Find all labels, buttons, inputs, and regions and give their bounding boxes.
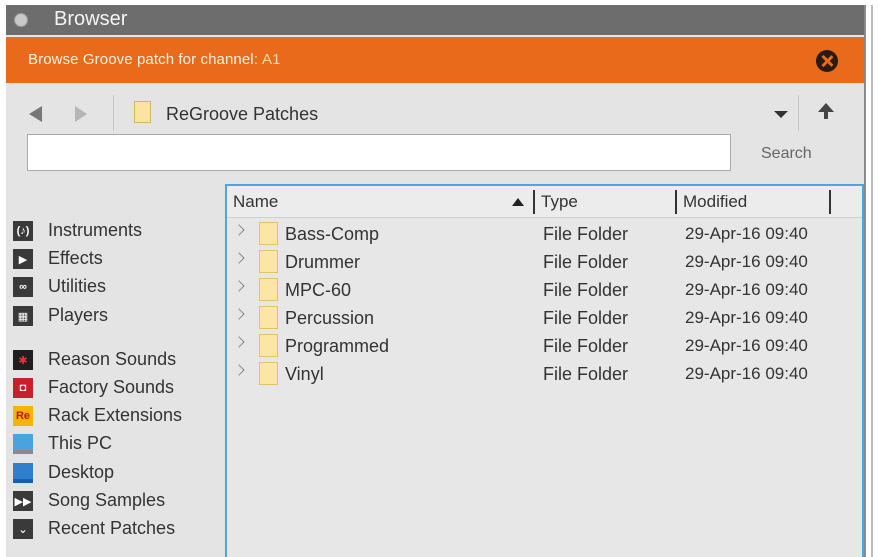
recent-patches-icon: ⌄ (13, 519, 33, 539)
table-row[interactable]: Bass-Comp File Folder 29-Apr-16 09:40 (227, 220, 862, 248)
sidebar-item-label: This PC (48, 433, 113, 453)
row-name: Bass-Comp (285, 224, 380, 244)
column-divider[interactable] (533, 190, 535, 214)
column-header-modified[interactable]: Modified (683, 192, 747, 212)
window-title: Browser (54, 8, 128, 30)
row-name: Programmed (285, 336, 390, 356)
column-header-type[interactable]: Type (541, 192, 578, 212)
table-row[interactable]: Percussion File Folder 29-Apr-16 09:40 (227, 304, 862, 332)
sidebar-item-label: Factory Sounds (48, 377, 175, 397)
title-bar: Browser (6, 5, 864, 35)
rack-extensions-icon: Re (13, 406, 33, 426)
folder-icon (259, 334, 278, 357)
row-modified: 29-Apr-16 09:40 (685, 224, 808, 243)
sidebar-item-label: Reason Sounds (48, 349, 177, 369)
close-icon[interactable] (816, 50, 838, 72)
nav-divider (798, 95, 799, 131)
sidebar-item-song-samples[interactable]: ▶▶ Song Samples (12, 488, 222, 514)
sidebar-item-label: Song Samples (48, 490, 166, 510)
sidebar-item-label: Rack Extensions (48, 405, 183, 425)
table-row[interactable]: Vinyl File Folder 29-Apr-16 09:40 (227, 360, 862, 388)
this-pc-icon (13, 434, 33, 454)
sidebar-item-utilities[interactable]: ∞ Utilities (12, 274, 222, 300)
sidebar-item-factory-sounds[interactable]: ◘ Factory Sounds (12, 375, 222, 401)
song-samples-icon: ▶▶ (13, 491, 33, 511)
table-row[interactable]: MPC-60 File Folder 29-Apr-16 09:40 (227, 276, 862, 304)
row-type: File Folder (543, 252, 629, 272)
row-type: File Folder (543, 364, 629, 384)
sidebar-item-effects[interactable]: ▶ Effects (12, 246, 222, 272)
row-modified: 29-Apr-16 09:40 (685, 280, 808, 299)
banner-channel: A1 (262, 51, 281, 68)
file-list-pane[interactable]: Name Type Modified Bass-Comp File Folder… (225, 184, 864, 557)
row-modified: 29-Apr-16 09:40 (685, 308, 808, 327)
sidebar-item-instruments[interactable]: (♪) Instruments (12, 218, 222, 244)
sidebar-item-label: Players (48, 305, 109, 325)
row-name: Drummer (285, 252, 360, 272)
factory-sounds-icon: ◘ (13, 378, 33, 398)
utilities-icon: ∞ (13, 277, 33, 297)
sidebar-item-label: Effects (48, 248, 103, 268)
sidebar-item-this-pc[interactable]: This PC (12, 431, 222, 457)
row-name: Vinyl (285, 364, 324, 384)
sidebar-item-players[interactable]: ▦ Players (12, 303, 222, 329)
folder-icon (259, 250, 278, 273)
desktop-icon (13, 463, 33, 483)
sidebar-item-label: Recent Patches (48, 518, 176, 538)
browser-window: Browser Browse Groove patch for channel:… (6, 5, 864, 557)
expand-chevron-icon[interactable] (233, 252, 245, 264)
sidebar-item-reason-sounds[interactable]: ✱ Reason Sounds (12, 347, 222, 373)
folder-icon (259, 222, 278, 245)
expand-chevron-icon[interactable] (233, 280, 245, 292)
row-type: File Folder (543, 280, 629, 300)
current-path[interactable]: ReGroove Patches (166, 104, 318, 125)
banner-message: Browse Groove patch for channel: (28, 51, 258, 68)
folder-icon (259, 306, 278, 329)
up-folder-button[interactable] (814, 101, 838, 125)
reason-sounds-icon: ✱ (13, 350, 33, 370)
path-dropdown-icon[interactable] (774, 111, 788, 118)
expand-chevron-icon[interactable] (233, 336, 245, 348)
column-divider[interactable] (829, 190, 831, 214)
banner-text: Browse Groove patch for channel: A1 (28, 51, 281, 68)
row-modified: 29-Apr-16 09:40 (685, 252, 808, 271)
row-type: File Folder (543, 336, 629, 356)
column-header-name[interactable]: Name (233, 192, 278, 212)
navigation-bar: ReGroove Patches (6, 85, 864, 141)
folder-icon (134, 101, 151, 123)
row-modified: 29-Apr-16 09:40 (685, 364, 808, 383)
table-row[interactable]: Drummer File Folder 29-Apr-16 09:40 (227, 248, 862, 276)
effects-icon: ▶ (13, 249, 33, 269)
nav-divider (113, 95, 114, 131)
row-type: File Folder (543, 224, 629, 244)
window-dot-icon[interactable] (14, 13, 28, 27)
players-icon: ▦ (13, 306, 33, 326)
column-divider[interactable] (675, 190, 677, 214)
search-input[interactable] (27, 134, 731, 171)
row-name: MPC-60 (285, 280, 352, 300)
row-name: Percussion (285, 308, 375, 328)
sidebar-item-recent-patches[interactable]: ⌄ Recent Patches (12, 516, 222, 542)
expand-chevron-icon[interactable] (233, 364, 245, 376)
window-edge (864, 5, 878, 557)
sidebar-item-desktop[interactable]: Desktop (12, 460, 222, 486)
row-type: File Folder (543, 308, 629, 328)
back-button[interactable] (29, 106, 42, 122)
instruments-icon: (♪) (13, 221, 33, 241)
sidebar-item-label: Desktop (48, 462, 115, 482)
sidebar-item-label: Instruments (48, 220, 143, 240)
sidebar-item-label: Utilities (48, 276, 107, 296)
sidebar-item-rack-extensions[interactable]: Re Rack Extensions (12, 403, 222, 429)
column-header-row: Name Type Modified (227, 186, 862, 218)
folder-icon (259, 362, 278, 385)
search-button[interactable]: Search (761, 145, 812, 163)
folder-icon (259, 278, 278, 301)
table-row[interactable]: Programmed File Folder 29-Apr-16 09:40 (227, 332, 862, 360)
forward-button[interactable] (75, 106, 87, 122)
browse-banner: Browse Groove patch for channel: A1 (6, 37, 864, 83)
row-modified: 29-Apr-16 09:40 (685, 336, 808, 355)
sort-ascending-icon (512, 198, 524, 206)
expand-chevron-icon[interactable] (233, 224, 245, 236)
expand-chevron-icon[interactable] (233, 308, 245, 320)
